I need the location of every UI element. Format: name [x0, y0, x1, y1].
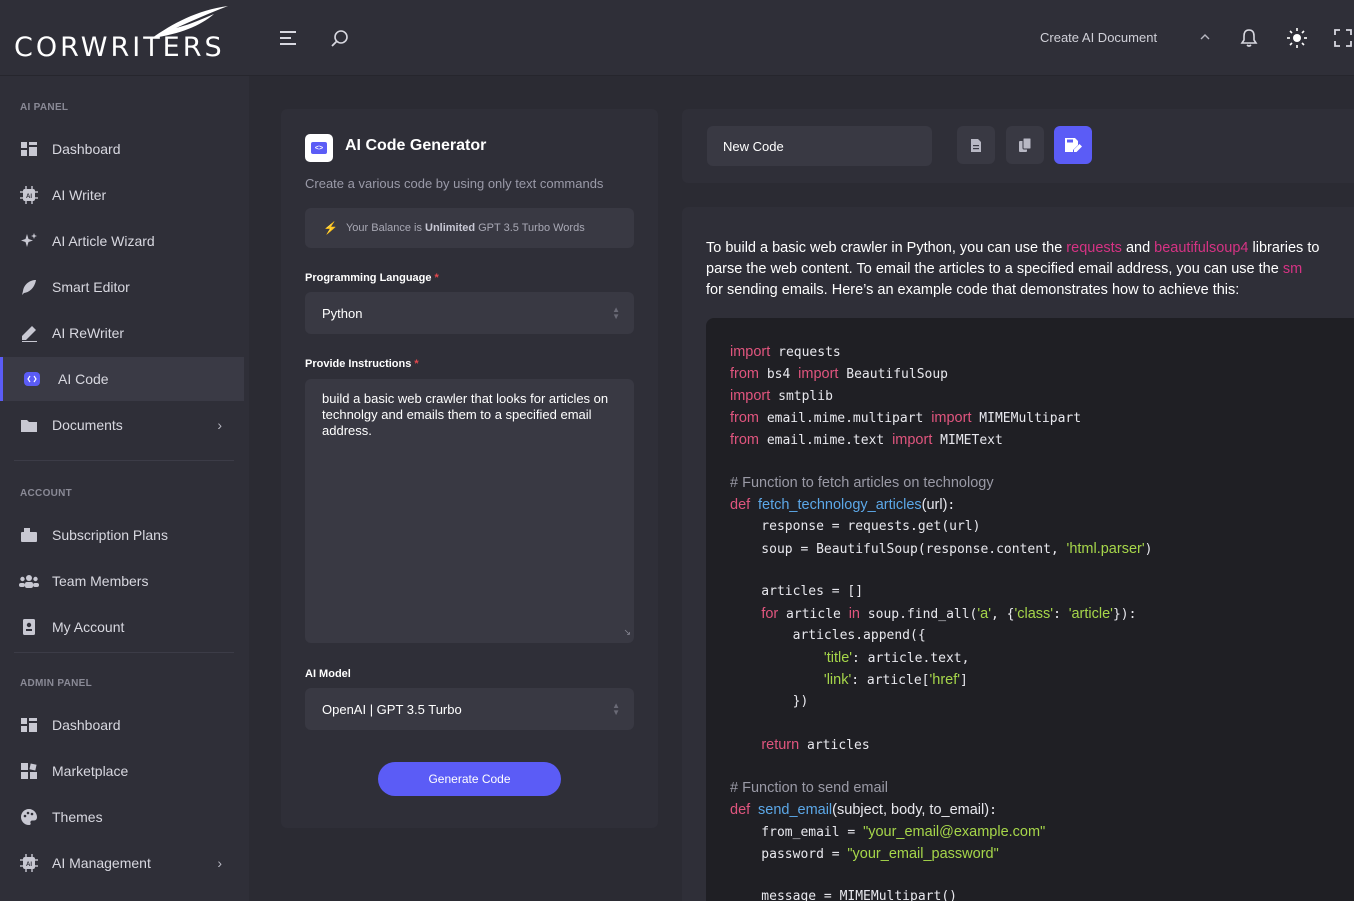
sidebar-item-ai-management[interactable]: AI AI Management ›	[0, 841, 244, 885]
model-label: AI Model	[305, 668, 351, 680]
sidebar-item-ai-writer[interactable]: AI AI Writer	[0, 173, 244, 217]
sidebar-item-subscription-plans[interactable]: Subscription Plans	[0, 513, 244, 557]
sidebar-item-label: Marketplace	[52, 763, 129, 779]
sidebar-item-label: AI ReWriter	[52, 325, 125, 341]
menu-toggle-icon[interactable]	[278, 28, 300, 48]
grid-icon	[18, 760, 40, 782]
sidebar-item-ai-code[interactable]: AI Code	[0, 357, 244, 401]
sparkles-icon	[18, 230, 40, 252]
code-icon	[24, 372, 40, 386]
bell-icon[interactable]	[1238, 27, 1260, 49]
sidebar-item-marketplace[interactable]: Marketplace	[0, 749, 244, 793]
model-select[interactable]: OpenAI | GPT 3.5 Turbo ▲ ▼	[305, 688, 634, 730]
sidebar-item-admin-dashboard[interactable]: Dashboard	[0, 703, 244, 747]
language-select[interactable]: Python ▲ ▼	[305, 292, 634, 334]
sidebar-item-my-account[interactable]: My Account	[0, 605, 244, 649]
sidebar-item-themes[interactable]: Themes	[0, 795, 244, 839]
team-icon	[18, 570, 40, 592]
section-title-account: ACCOUNT	[20, 488, 73, 499]
chevron-up-icon[interactable]	[1196, 30, 1214, 44]
sidebar-item-dashboard[interactable]: Dashboard	[0, 127, 244, 171]
ai-chip-icon: AI	[18, 184, 40, 206]
sidebar-item-ai-article-wizard[interactable]: AI Article Wizard	[0, 219, 244, 263]
search-icon[interactable]	[328, 27, 352, 51]
output-card: To build a basic web crawler in Python, …	[682, 207, 1354, 901]
dashboard-icon	[18, 714, 40, 736]
sidebar-item-team-members[interactable]: Team Members	[0, 559, 244, 603]
palette-icon	[18, 806, 40, 828]
feather-icon	[18, 276, 40, 298]
model-select-value: OpenAI | GPT 3.5 Turbo	[322, 701, 462, 717]
resize-handle-icon[interactable]: ↘	[623, 624, 631, 640]
sidebar-item-label: Themes	[52, 809, 103, 825]
create-document-link[interactable]: Create AI Document	[1040, 30, 1157, 45]
fullscreen-icon[interactable]	[1332, 27, 1354, 49]
sidebar-item-smart-editor[interactable]: Smart Editor	[0, 265, 244, 309]
sun-icon[interactable]	[1285, 26, 1309, 50]
document-icon[interactable]	[957, 126, 995, 164]
sidebar-item-label: AI Article Wizard	[52, 233, 155, 249]
generate-code-button[interactable]: Generate Code	[378, 762, 561, 796]
language-label: Programming Language *	[305, 272, 439, 284]
sidebar-item-label: Team Members	[52, 573, 149, 589]
save-icon[interactable]	[1054, 126, 1092, 164]
sidebar: AI PANEL Dashboard AI AI Writer AI Artic…	[0, 76, 249, 901]
sidebar-item-documents[interactable]: Documents ›	[0, 403, 244, 447]
svg-text:AI: AI	[26, 862, 32, 868]
select-arrows-icon: ▲ ▼	[612, 305, 620, 321]
sidebar-item-label: AI Writer	[52, 187, 107, 203]
output-intro: To build a basic web crawler in Python, …	[706, 240, 1320, 298]
sidebar-item-label: Smart Editor	[52, 279, 130, 295]
pencil-icon	[18, 322, 40, 344]
code-block[interactable]: import requests from bs4 import Beautifu…	[706, 318, 1354, 901]
divider	[14, 460, 234, 461]
ai-chip-icon: AI	[18, 852, 40, 874]
chevron-right-icon: ›	[217, 855, 222, 871]
balance-prefix: Your Balance is	[345, 222, 422, 234]
language-select-value: Python	[322, 305, 363, 321]
logo-text: CORWRITERS	[14, 32, 225, 63]
sidebar-item-label: AI Management	[52, 855, 151, 871]
select-arrows-icon: ▲ ▼	[612, 701, 620, 717]
box-icon	[18, 524, 40, 546]
balance-banner: ⚡ Your Balance is Unlimited GPT 3.5 Turb…	[305, 208, 634, 248]
logo[interactable]: CORWRITERS	[14, 6, 244, 66]
document-toolbar: New Code	[682, 109, 1354, 183]
sidebar-item-label: AI Code	[58, 371, 109, 387]
instructions-textarea[interactable]: build a basic web crawler that looks for…	[305, 379, 634, 643]
document-name-input[interactable]: New Code	[707, 126, 932, 166]
id-card-icon	[18, 616, 40, 638]
divider	[14, 652, 234, 653]
code-generator-panel: <> AI Code Generator Create a various co…	[281, 109, 658, 828]
sidebar-item-label: Dashboard	[52, 717, 121, 733]
folder-icon	[18, 414, 40, 436]
svg-text:AI: AI	[26, 194, 32, 200]
balance-amount: Unlimited	[425, 222, 476, 234]
page-subtitle: Create a various code by using only text…	[305, 176, 604, 191]
code-icon: <>	[305, 134, 333, 162]
instructions-label: Provide Instructions *	[305, 358, 419, 370]
page-title: AI Code Generator	[345, 137, 487, 154]
chevron-right-icon: ›	[217, 417, 222, 433]
sidebar-item-label: Documents	[52, 417, 123, 433]
balance-suffix: GPT 3.5 Turbo Words	[478, 222, 585, 234]
top-bar: CORWRITERS Create AI Document	[0, 0, 1354, 76]
bolt-icon: ⚡	[323, 221, 338, 235]
instructions-text: build a basic web crawler that looks for…	[322, 391, 609, 438]
sidebar-item-label: Subscription Plans	[52, 527, 168, 543]
dashboard-icon	[18, 138, 40, 160]
section-title-ai-panel: AI PANEL	[20, 102, 69, 113]
section-title-admin-panel: ADMIN PANEL	[20, 678, 93, 689]
sidebar-item-label: Dashboard	[52, 141, 121, 157]
sidebar-item-ai-rewriter[interactable]: AI ReWriter	[0, 311, 244, 355]
copy-icon[interactable]	[1006, 126, 1044, 164]
sidebar-item-label: My Account	[52, 619, 125, 635]
